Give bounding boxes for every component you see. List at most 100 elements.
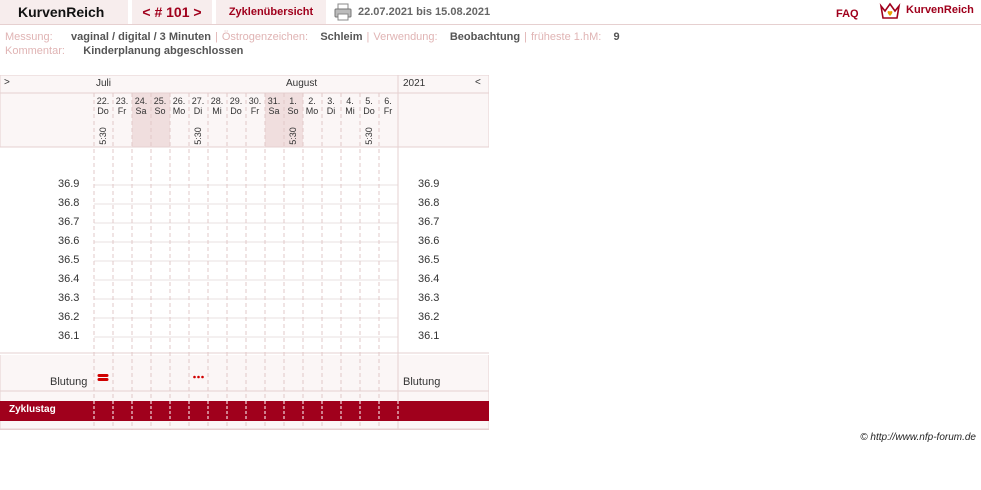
cycle-day-number: 1 — [100, 479, 107, 490]
day-date: 22. — [96, 96, 110, 106]
cycle-day-number: 2 — [119, 479, 126, 490]
measure-time: 5:30 — [98, 127, 108, 145]
verwendung-label: Verwendung: — [373, 31, 438, 43]
faq-link[interactable]: FAQ — [836, 8, 859, 20]
day-weekday: Di — [326, 106, 336, 116]
y-tick-right: 36.6 — [418, 235, 440, 247]
bleeding-spotting-mark — [201, 375, 204, 379]
bleeding-label-right: Blutung — [403, 376, 441, 388]
messung-value: vaginal / digital / 3 Minuten — [71, 31, 212, 43]
day-date: 25. — [153, 96, 167, 106]
y-tick-right: 36.5 — [418, 254, 440, 266]
measure-time: 5:30 — [288, 127, 298, 145]
cycle-chart: > < Juli August 2021 22. Do 5:30 1 23. Fr 2 24. Sa 3 25… — [0, 75, 489, 490]
cycle-day-number: 5 — [176, 479, 183, 490]
y-tick-left: 36.6 — [58, 235, 80, 247]
cycle-day-number: 7 — [214, 479, 221, 490]
y-tick-left: 36.8 — [58, 197, 80, 209]
bleeding-spotting-mark — [193, 375, 196, 379]
day-date: 27. — [191, 96, 205, 106]
day-date: 5. — [365, 96, 373, 106]
day-date: 6. — [384, 96, 392, 106]
y-tick-left: 36.1 — [58, 330, 80, 342]
measure-time: 5:30 — [364, 127, 374, 145]
cycle-day-number: 10 — [268, 479, 281, 490]
bleeding-label-left: Blutung — [50, 376, 88, 388]
cycle-day-number: 14 — [344, 479, 357, 490]
y-tick-left: 36.4 — [58, 273, 80, 285]
day-date: 1. — [289, 96, 297, 106]
oestrogen-label: Östrogenzeichen: — [221, 31, 309, 43]
kommentar-value: Kinderplanung abgeschlossen — [83, 45, 244, 57]
y-tick-left: 36.2 — [58, 311, 80, 323]
brand-title[interactable]: KurvenReich — [0, 0, 128, 24]
header-divider — [0, 24, 981, 25]
day-weekday: Fr — [250, 106, 260, 116]
y-tick-right: 36.8 — [418, 197, 440, 209]
day-date: 23. — [115, 96, 129, 106]
y-tick-right: 36.9 — [418, 178, 440, 190]
cycle-day-bar — [0, 401, 489, 421]
y-tick-left: 36.3 — [58, 292, 80, 304]
day-weekday: Fr — [117, 106, 127, 116]
day-weekday: Do — [363, 106, 375, 116]
cycle-day-number: 12 — [306, 479, 319, 490]
logo-text[interactable]: KurvenReich — [906, 4, 974, 16]
y-tick-right: 36.2 — [418, 311, 440, 323]
frueheste-value: 9 — [613, 31, 620, 43]
bleeding-spotting-mark — [197, 375, 200, 379]
crown-heart-icon[interactable] — [879, 2, 901, 20]
frueheste-label: früheste 1.hM: — [530, 31, 602, 43]
nav-next-button[interactable]: < — [475, 78, 485, 88]
measurement-info: Messung: vaginal / digital / 3 Minuten | Ö… — [5, 31, 620, 43]
day-date: 29. — [229, 96, 243, 106]
day-weekday: So — [287, 106, 299, 116]
y-tick-right: 36.1 — [418, 330, 440, 342]
bleeding-heavy-mark — [97, 374, 109, 377]
comment-info: Kommentar: Kinderplanung abgeschlossen — [5, 45, 243, 57]
messung-label: Messung: — [5, 31, 53, 43]
tab-cycle-overview[interactable]: Zyklenübersicht — [216, 0, 326, 24]
day-weekday: Mi — [345, 106, 355, 116]
cycle-day-number: 8 — [233, 479, 240, 490]
day-weekday: Sa — [268, 106, 280, 116]
cycle-day-number: 6 — [195, 479, 202, 490]
y-tick-right: 36.7 — [418, 216, 440, 228]
day-date: 3. — [327, 96, 335, 106]
day-weekday: So — [154, 106, 166, 116]
y-tick-right: 36.3 — [418, 292, 440, 304]
verwendung-value: Beobachtung — [449, 31, 521, 43]
day-date: 30. — [248, 96, 262, 106]
cycle-day-number: 9 — [252, 479, 259, 490]
oestrogen-value: Schleim — [320, 31, 363, 43]
cycle-day-label: Zyklustag — [9, 404, 56, 415]
month-label-august: August — [286, 78, 318, 89]
day-date: 26. — [172, 96, 186, 106]
day-date: 31. — [267, 96, 281, 106]
day-weekday: Mo — [172, 106, 186, 116]
credit-link[interactable]: © http://www.nfp-forum.de — [860, 432, 976, 443]
cycle-day-number: 4 — [157, 479, 164, 490]
day-weekday: Do — [97, 106, 109, 116]
day-weekday: Mo — [305, 106, 319, 116]
cycle-day-number: 3 — [138, 479, 145, 490]
day-date: 24. — [134, 96, 148, 106]
month-label-juli: Juli — [96, 78, 112, 89]
day-weekday: Mi — [212, 106, 222, 116]
cycle-day-number: 16 — [382, 479, 395, 490]
day-weekday: Sa — [135, 106, 147, 116]
cycle-navigator[interactable]: < # 101 > — [132, 0, 212, 24]
day-weekday: Fr — [383, 106, 393, 116]
y-tick-left: 36.9 — [58, 178, 80, 190]
measure-time: 5:30 — [193, 127, 203, 145]
bleeding-heavy-mark — [97, 378, 109, 381]
nav-prev-button[interactable]: > — [4, 78, 14, 88]
y-tick-left: 36.7 — [58, 216, 80, 228]
cycle-day-number: 13 — [325, 479, 338, 490]
day-date: 2. — [308, 96, 316, 106]
year-label: 2021 — [403, 78, 426, 89]
y-tick-left: 36.5 — [58, 254, 80, 266]
day-date: 4. — [346, 96, 354, 106]
printer-icon[interactable] — [334, 3, 352, 21]
day-weekday: Do — [230, 106, 242, 116]
